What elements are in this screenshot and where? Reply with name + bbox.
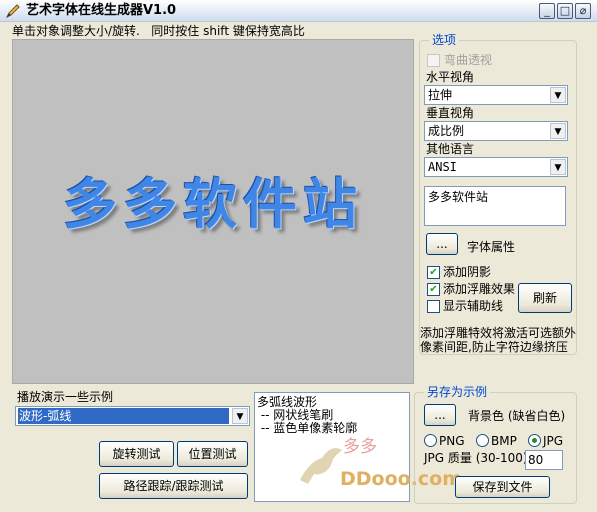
art-text-input-value: 多多软件站 (428, 190, 489, 204)
add-shadow-checkbox[interactable]: ✔ (427, 266, 440, 279)
demo-description-line: -- 网状线笔刷 (257, 408, 334, 422)
jpg-quality-input[interactable]: 80 (525, 450, 563, 470)
add-emboss-label: 添加浮雕效果 (443, 282, 516, 296)
other-language-value: ANSI (428, 160, 457, 174)
jpg-label: JPG (543, 434, 564, 448)
restore-button[interactable]: □ (557, 3, 573, 19)
refresh-button[interactable]: 刷新 (518, 283, 572, 313)
jpg-quality-label: JPG 质量 (30-100) (424, 451, 528, 465)
minimize-button[interactable]: _ (539, 3, 555, 19)
art-text-input[interactable]: 多多软件站 (424, 186, 566, 226)
vertical-view-value: 成比例 (428, 124, 465, 138)
title-bar: 艺术字体在线生成器V1.0 _ □ ⌀ (0, 0, 597, 22)
bmp-label: BMP (491, 434, 517, 448)
show-guides-checkbox[interactable] (427, 300, 440, 313)
usage-hint: 单击对象调整大小/旋转. 同时按住 shift 键保持宽高比 (12, 24, 305, 38)
close-button[interactable]: ⌀ (575, 3, 591, 19)
horizontal-view-select[interactable]: 拉伸 ▼ (424, 85, 568, 105)
png-label: PNG (439, 434, 465, 448)
pen-icon (5, 4, 20, 19)
font-picker-button[interactable]: ... (426, 233, 458, 255)
chevron-down-icon[interactable]: ▼ (550, 87, 566, 103)
warp-perspective-label: 弯曲透视 (444, 53, 493, 67)
bg-color-label: 背景色 (缺省白色) (468, 409, 566, 423)
demo-label: 播放演示一些示例 (17, 390, 114, 404)
save-to-file-button[interactable]: 保存到文件 (455, 476, 550, 498)
art-text[interactable]: 多多软件站 (63, 160, 363, 239)
rotate-test-button[interactable]: 旋转测试 (99, 441, 174, 467)
jpg-radio[interactable] (528, 434, 541, 447)
show-guides-label: 显示辅助线 (443, 299, 504, 313)
save-legend: 另存为示例 (424, 385, 491, 399)
png-radio[interactable] (424, 434, 437, 447)
chevron-down-icon[interactable]: ▼ (550, 123, 566, 139)
bg-color-button[interactable]: ... (424, 404, 456, 426)
vertical-view-label: 垂直视角 (426, 106, 475, 120)
jpg-quality-value: 80 (528, 453, 544, 467)
emboss-note: 添加浮雕特效将激活可选额外像素间距,防止字符边缘挤压 (420, 326, 577, 354)
add-emboss-checkbox[interactable]: ✔ (427, 283, 440, 296)
window-title: 艺术字体在线生成器V1.0 (26, 3, 177, 18)
path-test-button[interactable]: 路径跟踪/跟踪测试 (99, 473, 248, 499)
font-props-label: 字体属性 (467, 240, 516, 254)
add-shadow-label: 添加阴影 (443, 265, 492, 279)
demo-select[interactable]: 波形-弧线 ▼ (15, 406, 250, 426)
options-legend: 选项 (429, 33, 460, 47)
vertical-view-select[interactable]: 成比例 ▼ (424, 121, 568, 141)
position-test-button[interactable]: 位置测试 (177, 441, 248, 467)
watermark-text: 多多 (343, 437, 377, 457)
bmp-radio[interactable] (476, 434, 489, 447)
other-language-label: 其他语言 (426, 142, 475, 156)
warp-perspective-checkbox[interactable] (427, 54, 440, 67)
other-language-select[interactable]: ANSI ▼ (424, 157, 568, 177)
horizontal-view-label: 水平视角 (426, 70, 475, 84)
demo-description-line: 多弧线波形 (257, 395, 318, 409)
chevron-down-icon[interactable]: ▼ (550, 159, 566, 175)
demo-selected-value: 波形-弧线 (18, 408, 229, 424)
chevron-down-icon[interactable]: ▼ (232, 408, 248, 424)
horizontal-view-value: 拉伸 (428, 88, 453, 102)
